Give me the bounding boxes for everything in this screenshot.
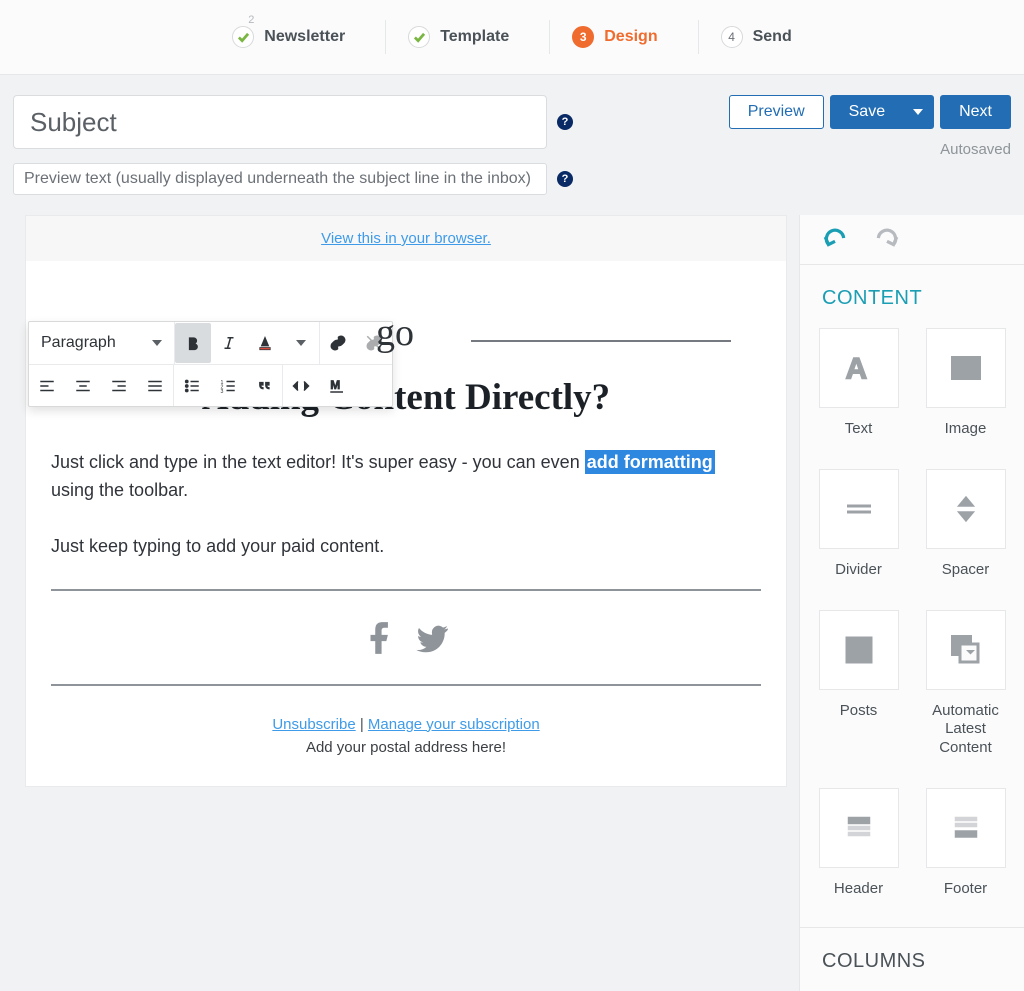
header-row: ? ? Preview Save Next Autosaved	[0, 75, 1024, 195]
preview-text-input[interactable]	[13, 163, 547, 195]
align-right-button[interactable]	[101, 366, 137, 406]
autosaved-status: Autosaved	[940, 141, 1011, 158]
body-text: Just click and type in the text editor! …	[51, 452, 585, 472]
code-button[interactable]	[283, 366, 319, 406]
block-label: Header	[834, 880, 883, 899]
block-label: Automatic Latest Content	[925, 702, 1006, 758]
paragraph-style-label: Paragraph	[41, 334, 116, 352]
separator: |	[356, 716, 368, 733]
blockquote-button[interactable]	[246, 366, 282, 406]
step-design[interactable]: 3 Design	[549, 20, 679, 54]
block-header[interactable]: Header	[818, 788, 899, 899]
numbered-list-button[interactable]: 123	[210, 366, 246, 406]
manage-subscription-link[interactable]: Manage your subscription	[368, 716, 540, 733]
logo-divider	[471, 340, 731, 342]
next-button[interactable]: Next	[940, 95, 1011, 129]
body-text: using the toolbar.	[51, 480, 188, 500]
align-center-button[interactable]	[65, 366, 101, 406]
save-button-label: Save	[849, 103, 885, 121]
twitter-icon[interactable]	[413, 619, 451, 662]
facebook-icon[interactable]	[361, 619, 399, 662]
content-section-title: CONTENT	[800, 265, 1024, 328]
step-number: 3	[572, 26, 594, 48]
wizard-stepper: 2 Newsletter Template 3 Design 4 Send	[0, 0, 1024, 75]
chevron-down-icon	[913, 109, 923, 115]
italic-button[interactable]	[211, 323, 247, 363]
text-color-caret[interactable]	[283, 323, 319, 363]
chevron-down-icon	[152, 340, 162, 346]
help-icon[interactable]: ?	[557, 171, 573, 187]
paragraph-style-select[interactable]: Paragraph	[29, 322, 174, 364]
check-icon	[232, 26, 254, 48]
help-icon[interactable]: ?	[557, 114, 573, 130]
email-body[interactable]: Paragraph	[26, 261, 786, 786]
block-divider[interactable]: Divider	[818, 469, 899, 580]
history-controls	[800, 215, 1024, 265]
right-sidebar: CONTENT A Text Image Divider Spacer Post…	[799, 215, 1024, 991]
body-text: Just keep typing to add your paid conten…	[51, 533, 761, 561]
svg-text:A: A	[845, 353, 867, 386]
link-button[interactable]	[320, 323, 356, 363]
text-color-button[interactable]	[247, 323, 283, 363]
logo-text: go	[376, 311, 414, 355]
view-in-browser-link[interactable]: View this in your browser.	[321, 230, 491, 247]
block-automatic-latest-content[interactable]: Automatic Latest Content	[925, 610, 1006, 758]
email-body-text[interactable]: Just click and type in the text editor! …	[26, 449, 786, 561]
divider-line	[51, 589, 761, 591]
text-format-toolbar: Paragraph	[28, 321, 393, 407]
columns-section-title: COLUMNS	[800, 927, 1024, 991]
step-newsletter[interactable]: 2 Newsletter	[210, 20, 367, 54]
redo-button[interactable]	[874, 224, 900, 255]
step-label: Newsletter	[264, 28, 345, 46]
svg-text:3: 3	[221, 388, 224, 394]
svg-text:M: M	[330, 378, 340, 392]
block-label: Spacer	[942, 561, 990, 580]
block-label: Text	[845, 420, 873, 439]
step-label: Send	[753, 28, 792, 46]
bold-button[interactable]	[175, 323, 211, 363]
email-footer: Unsubscribe | Manage your subscription A…	[26, 704, 786, 756]
social-icons	[26, 609, 786, 666]
check-icon	[408, 26, 430, 48]
block-label: Footer	[944, 880, 987, 899]
step-label: Template	[440, 28, 509, 46]
bullet-list-button[interactable]	[174, 366, 210, 406]
save-button[interactable]: Save	[830, 95, 934, 129]
header-actions: Preview Save Next	[729, 95, 1011, 129]
highlighted-text: add formatting	[585, 450, 715, 474]
email-canvas: View this in your browser. Paragraph	[25, 215, 787, 787]
block-label: Divider	[835, 561, 882, 580]
postal-address[interactable]: Add your postal address here!	[26, 739, 786, 756]
step-template[interactable]: Template	[385, 20, 531, 54]
step-badge: 2	[248, 14, 254, 26]
block-footer[interactable]: Footer	[925, 788, 1006, 899]
step-send[interactable]: 4 Send	[698, 20, 814, 54]
align-justify-button[interactable]	[137, 366, 173, 406]
content-blocks: A Text Image Divider Spacer Posts Aut	[800, 328, 1024, 927]
divider-line	[51, 684, 761, 686]
align-left-button[interactable]	[29, 366, 65, 406]
block-label: Posts	[840, 702, 878, 721]
block-text[interactable]: A Text	[818, 328, 899, 439]
block-posts[interactable]: Posts	[818, 610, 899, 758]
subject-input[interactable]	[13, 95, 547, 149]
step-label: Design	[604, 28, 657, 46]
block-spacer[interactable]: Spacer	[925, 469, 1006, 580]
medium-button[interactable]: M	[319, 366, 355, 406]
undo-button[interactable]	[822, 224, 848, 255]
unsubscribe-link[interactable]: Unsubscribe	[272, 716, 355, 733]
block-label: Image	[945, 420, 987, 439]
view-in-browser: View this in your browser.	[26, 216, 786, 261]
block-image[interactable]: Image	[925, 328, 1006, 439]
step-number: 4	[721, 26, 743, 48]
preview-button[interactable]: Preview	[729, 95, 824, 129]
